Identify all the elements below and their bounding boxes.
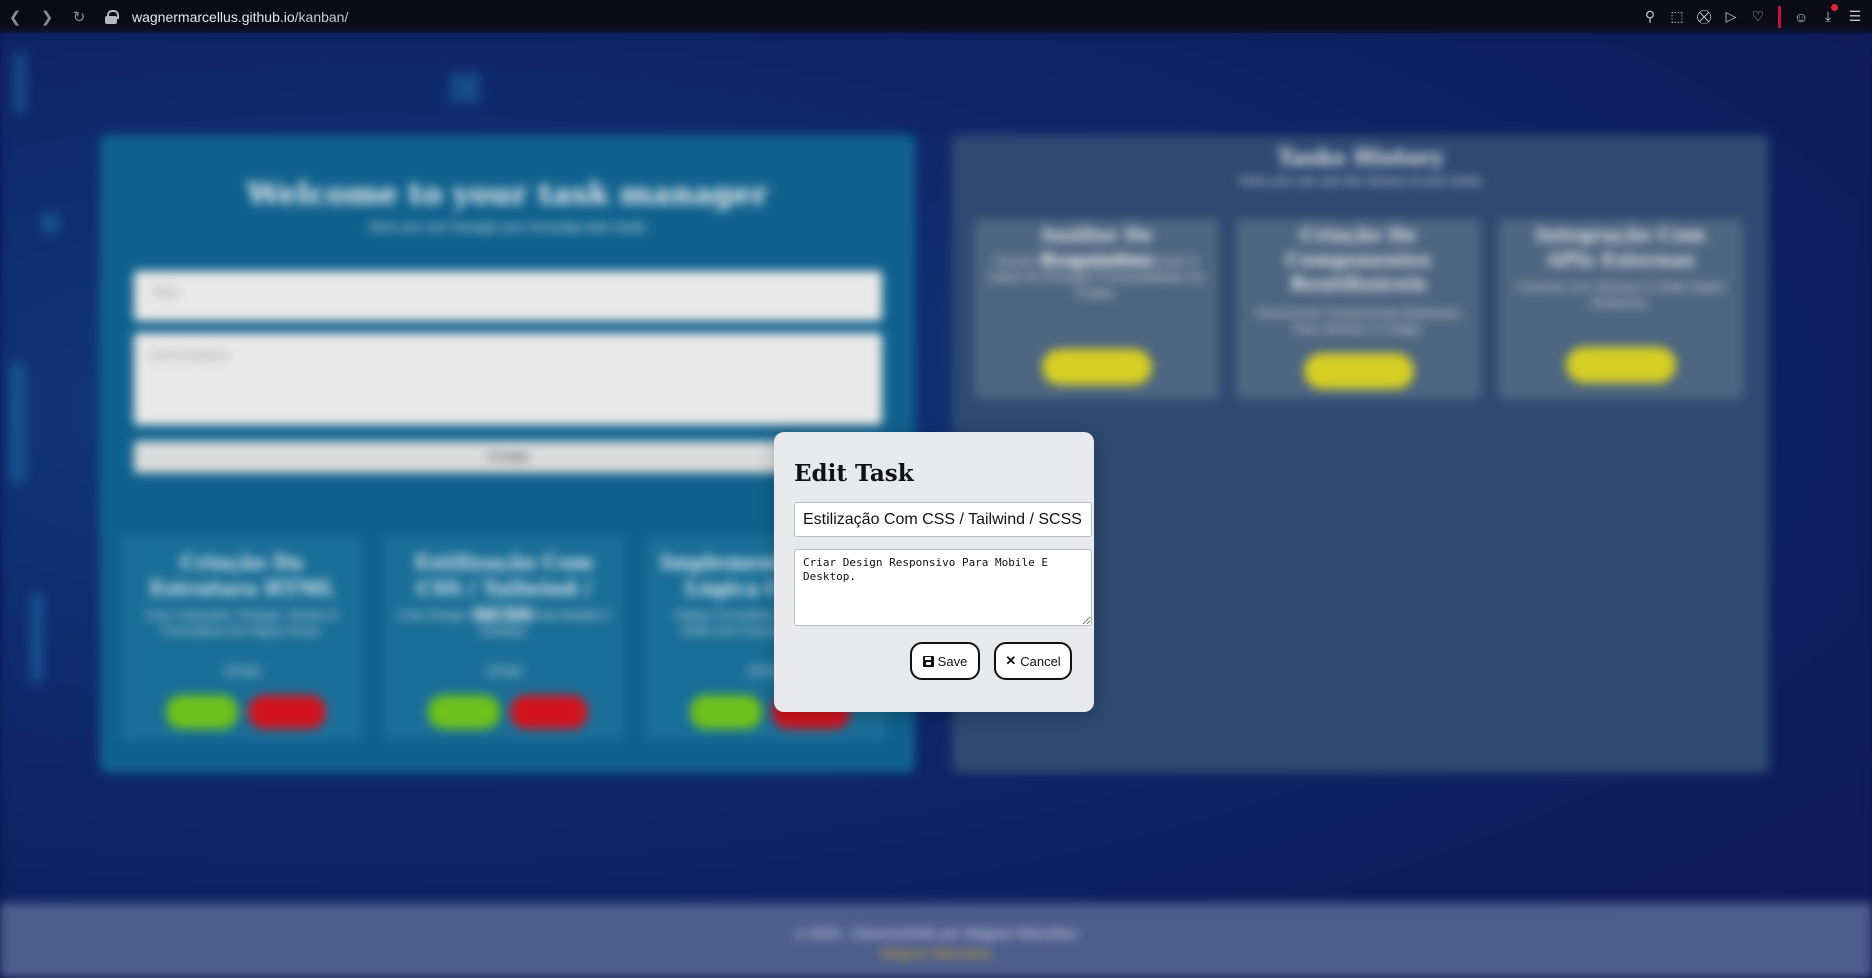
- browser-actions: ⚲ ⬚ ⛒ ▷ ♡ ☺ ⤓ ☰: [1643, 0, 1862, 33]
- play-icon[interactable]: ▷: [1724, 8, 1738, 25]
- save-button[interactable]: Save: [910, 642, 980, 680]
- shield-icon[interactable]: ⛒: [1697, 8, 1711, 25]
- done-button[interactable]: [690, 695, 762, 729]
- lock-icon[interactable]: [104, 9, 119, 24]
- done-button[interactable]: [428, 695, 500, 729]
- heart-icon[interactable]: ♡: [1751, 8, 1765, 25]
- back-icon[interactable]: ❮: [6, 8, 24, 26]
- download-icon[interactable]: ⤓: [1821, 4, 1838, 25]
- url-host: wagnermarcellus.github.io: [132, 8, 295, 25]
- welcome-subtitle: Here you can manage your everyday task e…: [368, 219, 647, 234]
- create-task-button[interactable]: Create: [134, 441, 882, 473]
- restore-button[interactable]: [1566, 347, 1676, 383]
- decor-dot: [14, 53, 26, 113]
- history-card-description: Revisar Os Documentos De Escopo E Defini…: [988, 254, 1205, 301]
- screenshot-icon[interactable]: ⬚: [1670, 8, 1684, 25]
- modal-heading: Edit Task: [794, 460, 914, 487]
- history-title: Tasks History: [1277, 145, 1444, 171]
- address-bar[interactable]: wagnermarcellus.github.io/kanban/: [132, 9, 348, 25]
- history-card-description: Desenvolver Componentes Modulares Para O…: [1256, 306, 1461, 337]
- browser-nav: ❮ ❯ ↻: [0, 8, 88, 26]
- task-card: Criação Da Estrutura HTML Criar Cabeçalh…: [122, 535, 362, 740]
- close-icon: ✕: [1005, 653, 1017, 668]
- task-card-date: 27/10: [224, 663, 260, 679]
- pin-icon[interactable]: ⚲: [1643, 8, 1657, 25]
- edit-title-input[interactable]: [794, 502, 1092, 537]
- history-card: Análise De Requisitos Revisar Os Documen…: [974, 219, 1219, 399]
- restore-button[interactable]: [1042, 349, 1152, 385]
- restore-button[interactable]: [1304, 353, 1414, 389]
- done-button[interactable]: [166, 695, 238, 729]
- delete-button[interactable]: [248, 695, 326, 729]
- cancel-button[interactable]: ✕ Cancel: [994, 642, 1072, 680]
- forward-icon[interactable]: ❯: [38, 8, 56, 26]
- menu-icon[interactable]: ☰: [1848, 8, 1862, 25]
- task-card-title: Criação Da Estrutura HTML: [149, 550, 335, 600]
- profile-icon[interactable]: ☺: [1794, 9, 1808, 25]
- task-description-input[interactable]: Description: [134, 333, 882, 425]
- task-card: Estilização Com CSS / Tailwind / SCSS Cr…: [384, 535, 624, 740]
- task-card-description: Criar Design Responsivo Para Mobile E De…: [398, 608, 610, 639]
- edit-task-modal: Edit Task Criar Design Responsivo Para M…: [774, 432, 1094, 712]
- decor-dot: [40, 213, 60, 233]
- decor-dot: [30, 593, 44, 683]
- task-title-input[interactable]: Title: [134, 271, 882, 321]
- reload-icon[interactable]: ↻: [70, 8, 88, 26]
- footer-author-link[interactable]: Wagner Marcellus: [0, 945, 1872, 961]
- history-card-description: Conectar Com Serviços E Exibir Dados Din…: [1515, 280, 1726, 311]
- decor-dot: [450, 73, 480, 103]
- decor-dot: [10, 363, 26, 483]
- toolbar-divider: [1778, 5, 1781, 28]
- task-card-description: Criar Cabeçalho, Rodapé, Seções E Formul…: [145, 608, 339, 639]
- delete-button[interactable]: [510, 695, 588, 729]
- history-card: Criação De Componentes Reutilizáveis Des…: [1236, 219, 1481, 399]
- welcome-title: Welcome to your task manager: [247, 177, 768, 212]
- edit-description-textarea[interactable]: Criar Design Responsivo Para Mobile E De…: [794, 549, 1092, 626]
- save-label: Save: [937, 653, 968, 669]
- history-card-title: Criação De Componentes Reutilizáveis: [1285, 224, 1432, 296]
- browser-toolbar: ❮ ❯ ↻ wagnermarcellus.github.io/kanban/ …: [0, 0, 1872, 33]
- cancel-label: Cancel: [1020, 653, 1061, 669]
- footer-copyright: © 2024 - Desenvolvido por Wagner Marcell…: [794, 925, 1078, 941]
- history-card: Integração Com APIs Externas Conectar Co…: [1498, 219, 1743, 399]
- floppy-disk-icon: [922, 655, 934, 667]
- page-footer: © 2024 - Desenvolvido por Wagner Marcell…: [0, 903, 1872, 978]
- history-card-title: Integração Com APIs Externas: [1535, 224, 1706, 271]
- url-path: /kanban/: [294, 8, 349, 25]
- history-subtitle: Here you can see the history of your tas…: [1239, 173, 1482, 188]
- task-card-date: 27/10: [486, 663, 522, 679]
